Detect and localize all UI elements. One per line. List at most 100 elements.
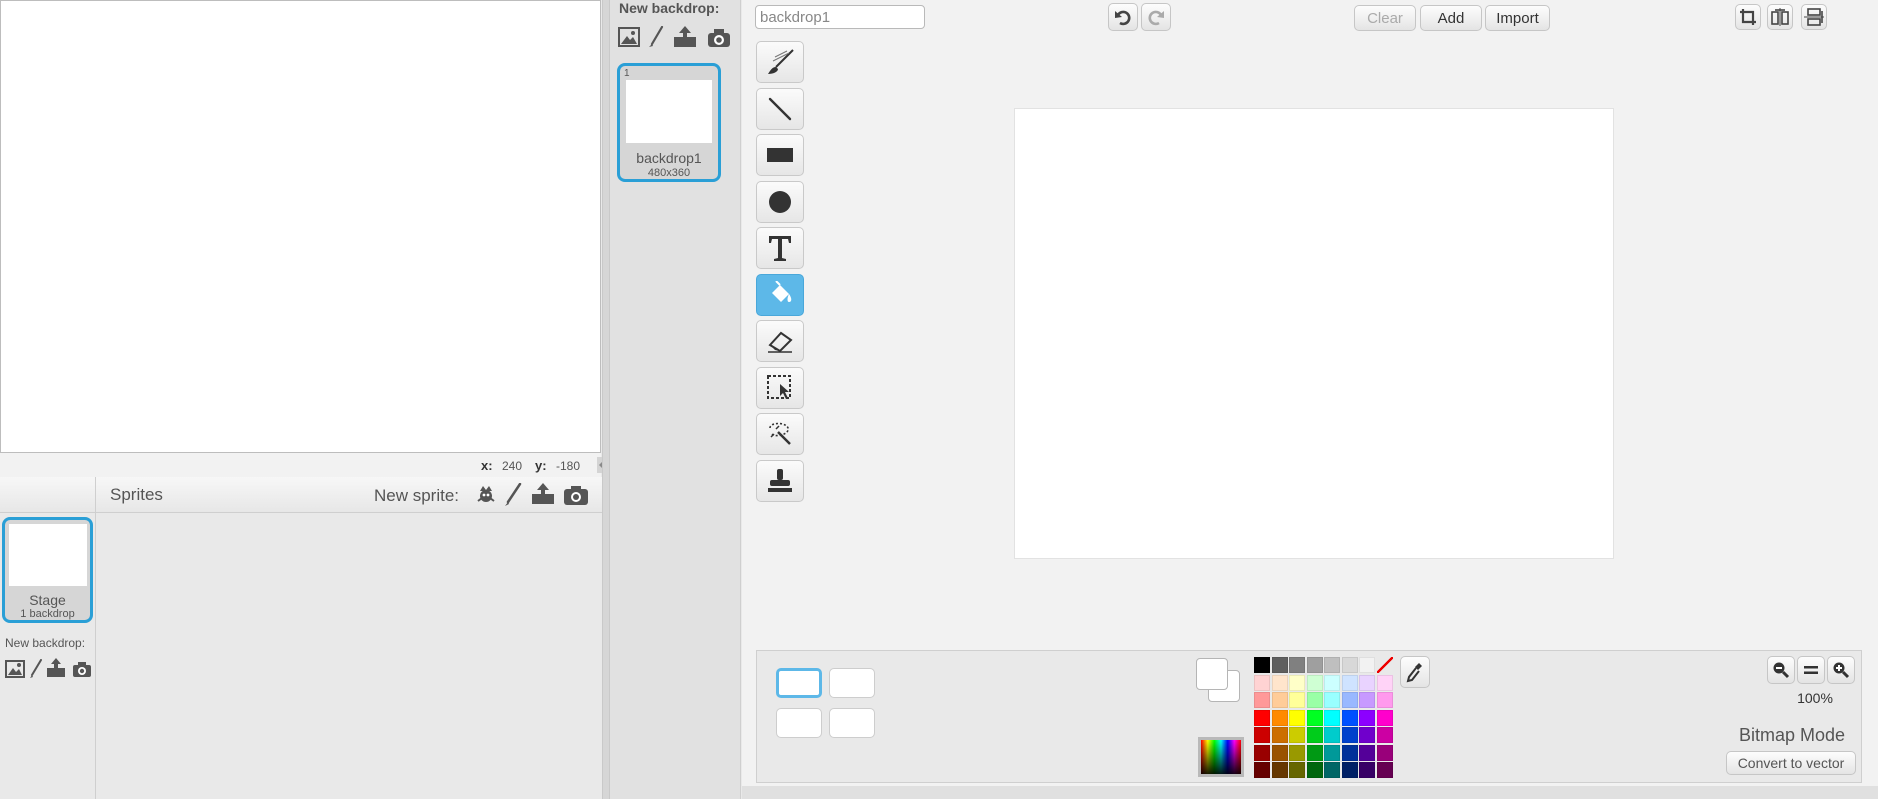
color-swatch[interactable] [1306,674,1323,691]
eraser-tool[interactable] [756,320,804,362]
color-swatch[interactable] [1306,709,1323,726]
color-swatch[interactable] [1359,657,1375,673]
remove-background-tool[interactable] [756,413,804,455]
stamp-tool[interactable] [756,460,804,502]
color-swatch[interactable] [1341,744,1358,761]
camera-backdrop-icon[interactable] [72,660,92,678]
color-swatch[interactable] [1254,674,1270,691]
backdrop-library-icon[interactable] [4,659,26,679]
color-swatch[interactable] [1324,692,1340,708]
paint-canvas[interactable] [1014,108,1614,559]
color-swatch[interactable] [1324,727,1340,743]
color-swatch[interactable] [1271,657,1288,673]
color-swatch[interactable] [1359,692,1375,708]
camera-icon[interactable] [563,483,589,507]
color-swatch[interactable] [1359,727,1375,743]
color-swatch[interactable] [1271,674,1288,691]
zoom-reset-icon[interactable] [1797,656,1825,684]
color-swatch[interactable] [1289,692,1305,708]
zoom-in-icon[interactable] [1827,656,1855,684]
stage-canvas[interactable] [0,0,601,453]
color-swatch[interactable] [1376,727,1393,743]
color-swatch[interactable] [1306,692,1323,708]
text-tool[interactable] [756,227,804,269]
color-swatch[interactable] [1341,674,1358,691]
color-swatch[interactable] [1324,674,1340,691]
brush-size-option[interactable] [776,708,822,738]
color-swatch[interactable] [1254,657,1270,673]
sprite-library-icon[interactable] [474,483,498,507]
color-swatch[interactable] [1359,674,1375,691]
clear-button[interactable]: Clear [1354,5,1416,31]
brush-size-option[interactable] [776,668,822,698]
brush-tool[interactable] [756,41,804,83]
color-swatch[interactable] [1289,762,1305,778]
add-button[interactable]: Add [1420,5,1482,31]
color-swatch[interactable] [1289,709,1305,726]
import-button[interactable]: Import [1485,5,1550,31]
color-swatch[interactable] [1341,762,1358,778]
color-swatch[interactable] [1271,727,1288,743]
costume-name-input[interactable] [755,5,925,29]
undo-button[interactable] [1108,3,1138,31]
backdrop-library-icon[interactable] [618,27,640,47]
color-swatch[interactable] [1341,692,1358,708]
camera-backdrop-icon[interactable] [707,28,731,48]
horizontal-scrollbar[interactable] [742,786,1878,799]
flip-horizontal-icon[interactable] [1767,4,1793,30]
color-swatch[interactable] [1254,709,1270,726]
color-swatch[interactable] [1289,744,1305,761]
transparent-color-swatch[interactable] [1376,657,1393,673]
color-swatch[interactable] [1289,657,1305,673]
color-swatch[interactable] [1341,657,1358,673]
flip-vertical-icon[interactable] [1801,4,1827,30]
upload-backdrop-icon[interactable] [46,657,66,679]
color-swatch[interactable] [1271,762,1288,778]
color-swatch[interactable] [1306,744,1323,761]
color-swatch[interactable] [1341,709,1358,726]
redo-button[interactable] [1141,3,1171,31]
color-swatch[interactable] [1376,744,1393,761]
color-swatch[interactable] [1376,762,1393,778]
color-swatch[interactable] [1376,709,1393,726]
paint-backdrop-icon[interactable] [28,659,44,679]
color-swatch[interactable] [1271,744,1288,761]
rectangle-tool[interactable] [756,134,804,176]
pane-divider[interactable] [602,0,610,799]
color-swatch[interactable] [1359,762,1375,778]
convert-to-vector-button[interactable]: Convert to vector [1726,751,1856,775]
color-swatch[interactable] [1324,762,1340,778]
color-swatch[interactable] [1324,657,1340,673]
color-swatch[interactable] [1254,727,1270,743]
color-swatch[interactable] [1376,674,1393,691]
color-swatch[interactable] [1289,727,1305,743]
color-swatch[interactable] [1359,744,1375,761]
brush-size-option[interactable] [829,668,875,698]
color-swatch[interactable] [1306,762,1323,778]
color-swatch[interactable] [1289,674,1305,691]
select-tool[interactable] [756,367,804,409]
upload-icon[interactable] [530,481,556,507]
paint-backdrop-icon[interactable] [648,26,664,48]
color-swatch[interactable] [1271,692,1288,708]
ellipse-tool[interactable] [756,181,804,223]
color-swatch[interactable] [1254,744,1270,761]
line-tool[interactable] [756,88,804,130]
upload-backdrop-icon[interactable] [673,25,697,49]
color-swatch[interactable] [1359,709,1375,726]
fill-tool[interactable] [756,274,804,316]
color-swatch[interactable] [1324,744,1340,761]
color-swatch[interactable] [1306,657,1323,673]
brush-size-option[interactable] [829,708,875,738]
zoom-out-icon[interactable] [1767,656,1795,684]
color-swatch[interactable] [1271,709,1288,726]
color-swatch[interactable] [1306,727,1323,743]
color-swatch[interactable] [1376,692,1393,708]
primary-color-swatch[interactable] [1196,658,1228,690]
stage-thumbnail[interactable]: Stage 1 backdrop [2,517,93,623]
color-swatch[interactable] [1254,762,1270,778]
color-swatch[interactable] [1324,709,1340,726]
backdrop-thumbnail[interactable]: 1 backdrop1 480x360 [617,63,721,182]
paint-brush-icon[interactable] [502,483,524,507]
color-spectrum-picker[interactable] [1198,737,1244,777]
